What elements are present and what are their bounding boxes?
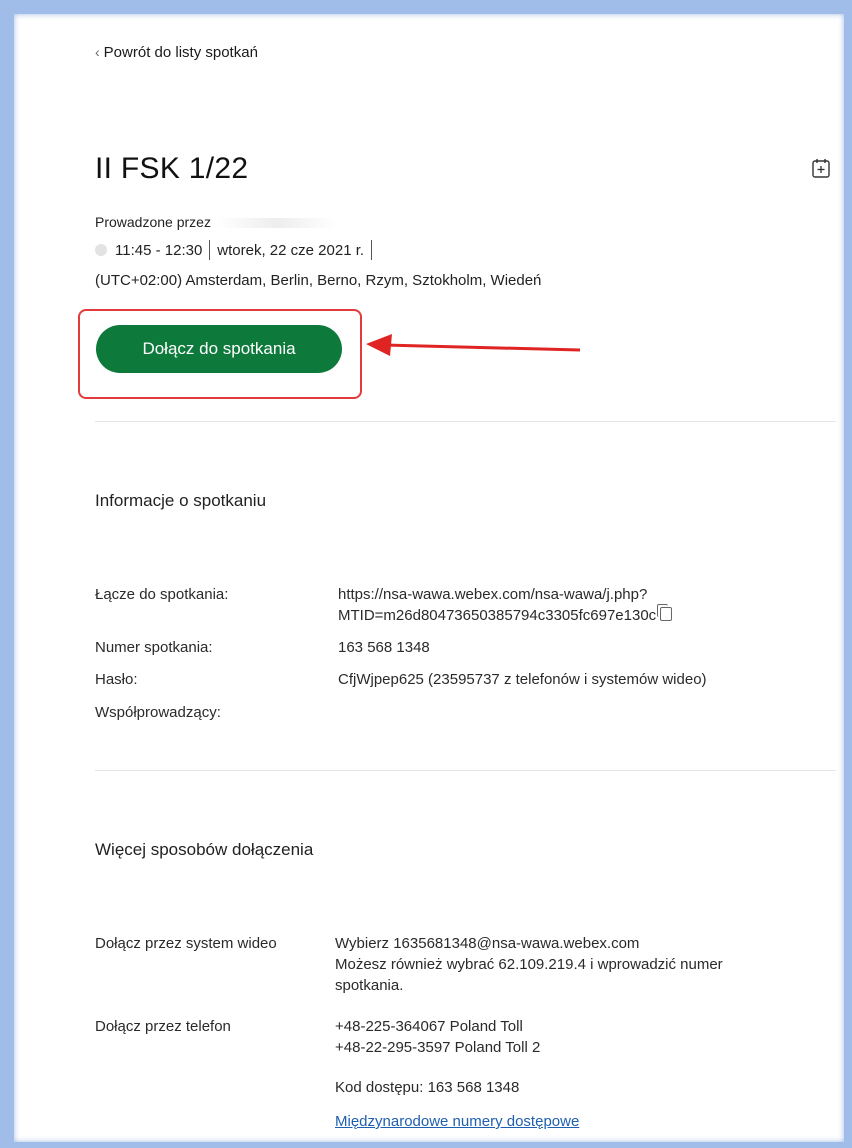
video-system-label: Dołącz przez system wideo (95, 935, 277, 952)
copy-icon[interactable] (657, 604, 673, 621)
meeting-title: II FSK 1/22 (95, 152, 249, 185)
video-system-value: Wybierz 1635681348@nsa-wawa.webex.com Mo… (335, 935, 723, 994)
meeting-time-row: 11:45 - 12:30 wtorek, 22 cze 2021 r. (95, 240, 379, 260)
meeting-link-value[interactable]: https://nsa-wawa.webex.com/nsa-wawa/j.ph… (338, 584, 828, 626)
add-to-calendar-icon[interactable] (811, 157, 831, 179)
cohost-label: Współprowadzący: (95, 704, 221, 721)
access-code: Kod dostępu: 163 568 1348 (335, 1079, 520, 1096)
annotation-arrow-icon (366, 334, 581, 356)
join-meeting-button[interactable]: Dołącz do spotkania (96, 325, 342, 373)
status-dot-icon (95, 244, 107, 256)
host-line: Prowadzone przez (95, 214, 337, 230)
divider (95, 770, 836, 771)
redacted-host-name (216, 218, 337, 229)
meeting-number-value: 163 568 1348 (338, 639, 430, 656)
password-value: CfjWjpep625 (23595737 z telefonów i syst… (338, 671, 707, 688)
password-label: Hasło: (95, 671, 138, 688)
meeting-number-label: Numer spotkania: (95, 639, 213, 656)
phone-label: Dołącz przez telefon (95, 1018, 231, 1035)
more-ways-heading: Więcej sposobów dołączenia (95, 840, 314, 859)
meeting-info-heading: Informacje o spotkaniu (95, 491, 267, 510)
divider (95, 421, 836, 422)
divider (209, 240, 211, 260)
meeting-timezone: (UTC+02:00) Amsterdam, Berlin, Berno, Rz… (95, 272, 542, 289)
chevron-left-icon: ‹ (95, 44, 100, 60)
meeting-date: wtorek, 22 cze 2021 r. (217, 241, 365, 259)
back-to-meetings-link[interactable]: ‹ Powrót do listy spotkań (95, 44, 258, 61)
meeting-time: 11:45 - 12:30 (115, 241, 203, 259)
meeting-link-label: Łącze do spotkania: (95, 586, 229, 603)
international-numbers-link[interactable]: Międzynarodowe numery dostępowe (335, 1113, 579, 1130)
divider (371, 240, 373, 260)
phone-numbers: +48-225-364067 Poland Toll +48-22-295-35… (335, 1018, 541, 1056)
international-numbers-link-row: Międzynarodowe numery dostępowe (335, 1111, 825, 1132)
